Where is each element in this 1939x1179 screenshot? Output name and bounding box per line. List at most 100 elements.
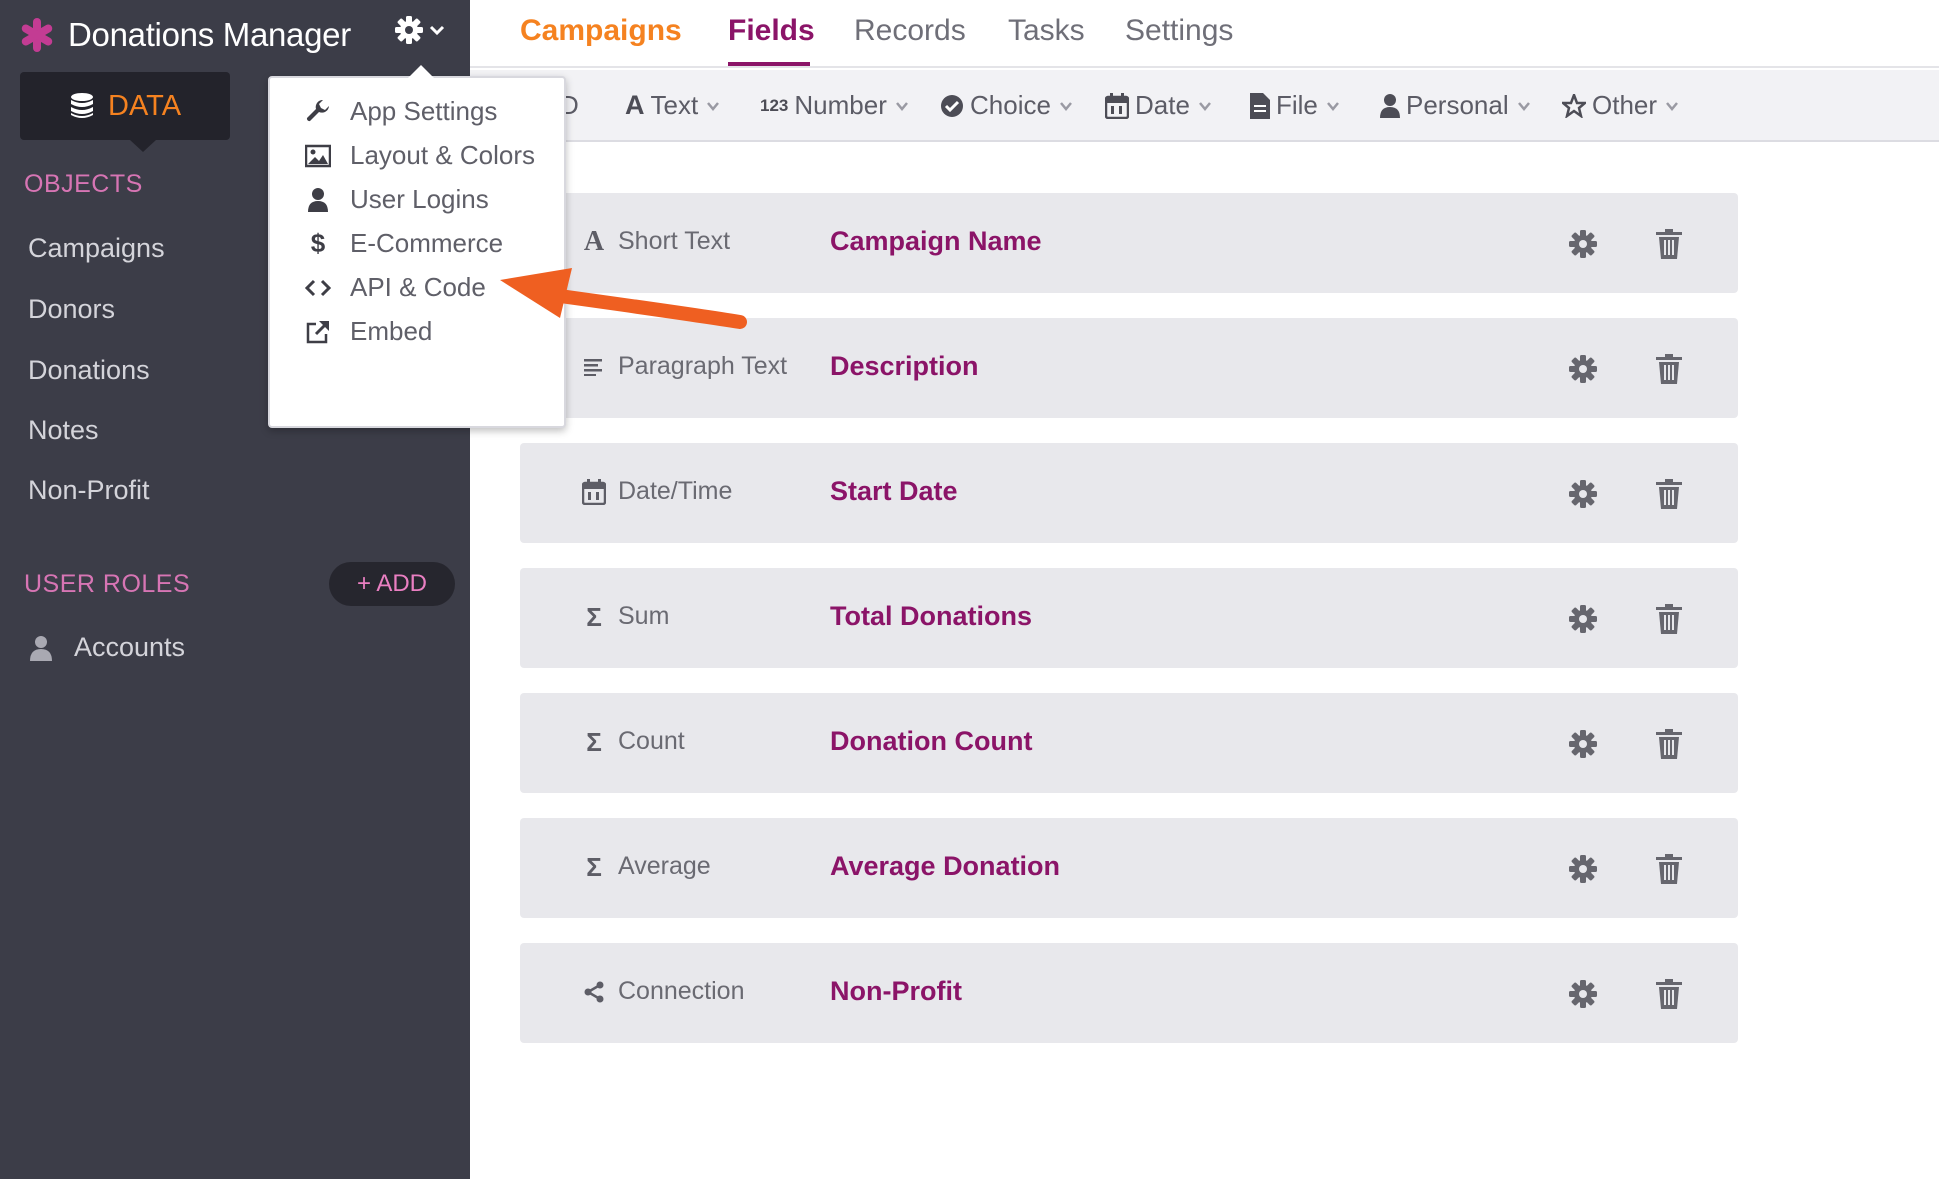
- field-type-label: Date/Time: [618, 477, 733, 505]
- field-row: Date/Time Start Date: [520, 443, 1738, 543]
- app-settings-menu-button[interactable]: [393, 14, 445, 46]
- share-icon: [582, 977, 606, 1007]
- field-delete-trash-icon[interactable]: [1656, 979, 1682, 1009]
- tab-settings[interactable]: Settings: [1125, 14, 1233, 48]
- field-name[interactable]: Start Date: [830, 476, 958, 507]
- database-icon: [71, 93, 93, 118]
- add-user-role-button[interactable]: + ADD: [329, 562, 455, 606]
- menu-label: Date: [1135, 90, 1190, 120]
- field-name[interactable]: Average Donation: [830, 851, 1060, 882]
- field-settings-gear-icon[interactable]: [1568, 729, 1598, 759]
- field-row: A Short Text Campaign Name: [520, 193, 1738, 293]
- star-icon: [1562, 93, 1586, 118]
- field-type-label: Sum: [618, 602, 670, 630]
- field-row: Σ Count Donation Count: [520, 693, 1738, 793]
- dollar-icon: $: [310, 228, 326, 258]
- field-type-label: Paragraph Text: [618, 352, 788, 380]
- add-date-field-menu[interactable]: Date: [1105, 90, 1218, 121]
- code-icon: [304, 274, 332, 302]
- field-settings-gear-icon[interactable]: [1568, 354, 1598, 384]
- menu-label: Personal: [1406, 90, 1509, 120]
- field-settings-gear-icon[interactable]: [1568, 479, 1598, 509]
- field-settings-gear-icon[interactable]: [1568, 604, 1598, 634]
- field-name[interactable]: Donation Count: [830, 726, 1032, 757]
- menu-label: File: [1276, 90, 1318, 120]
- user-icon: [304, 186, 332, 214]
- add-choice-field-menu[interactable]: Choice: [940, 90, 1079, 121]
- menu-item-api-code[interactable]: API & Code: [304, 272, 486, 303]
- field-row: Paragraph Text Description: [520, 318, 1738, 418]
- tab-records[interactable]: Records: [854, 14, 966, 48]
- user-roles-heading: USER ROLES: [24, 570, 191, 598]
- chevron-down-icon: [429, 25, 445, 36]
- menu-item-layout-colors[interactable]: Layout & Colors: [304, 140, 535, 171]
- data-tab[interactable]: DATA: [20, 72, 230, 152]
- calendar-icon: [1105, 92, 1129, 119]
- sidebar-item-donations[interactable]: Donations: [28, 355, 150, 386]
- image-icon: [304, 142, 332, 170]
- field-delete-trash-icon[interactable]: [1656, 479, 1682, 509]
- field-row: Connection Non-Profit: [520, 943, 1738, 1043]
- field-delete-trash-icon[interactable]: [1656, 729, 1682, 759]
- menu-item-app-settings[interactable]: App Settings: [304, 96, 497, 127]
- data-tab-label: DATA: [108, 89, 182, 122]
- number-123-icon: 123: [760, 95, 789, 115]
- menu-label: Number: [794, 90, 887, 120]
- asterisk-logo-icon: [18, 16, 56, 54]
- chevron-down-icon: [1517, 101, 1530, 111]
- menu-item-user-logins[interactable]: User Logins: [304, 184, 489, 215]
- menu-item-label: E-Commerce: [350, 228, 504, 258]
- field-delete-trash-icon[interactable]: [1656, 354, 1682, 384]
- field-type-label: Average: [618, 852, 711, 880]
- field-delete-trash-icon[interactable]: [1656, 854, 1682, 884]
- sigma-icon: Σ: [586, 851, 602, 882]
- field-name[interactable]: Campaign Name: [830, 226, 1042, 257]
- external-link-icon: [304, 318, 332, 346]
- add-text-field-menu[interactable]: A Text: [625, 90, 726, 121]
- add-other-field-menu[interactable]: Other: [1562, 90, 1685, 121]
- add-number-field-menu[interactable]: 123 Number: [760, 90, 915, 121]
- field-row: Σ Sum Total Donations: [520, 568, 1738, 668]
- field-settings-gear-icon[interactable]: [1568, 979, 1598, 1009]
- field-name[interactable]: Non-Profit: [830, 976, 962, 1007]
- chevron-down-icon: [707, 101, 720, 111]
- menu-label: Choice: [970, 90, 1051, 120]
- objects-heading: OBJECTS: [24, 170, 143, 198]
- tab-fields[interactable]: Fields: [728, 14, 815, 48]
- sidebar-item-accounts[interactable]: Accounts: [30, 632, 185, 663]
- menu-item-e-commerce[interactable]: $ E-Commerce: [304, 228, 503, 259]
- menu-item-label: Layout & Colors: [350, 140, 535, 170]
- chevron-down-icon: [895, 101, 908, 111]
- menu-item-label: API & Code: [350, 272, 486, 302]
- sigma-icon: Σ: [586, 726, 602, 757]
- field-type-toolbar: D A Text 123 Number Choice Date File Per…: [470, 70, 1939, 142]
- field-name[interactable]: Total Donations: [830, 601, 1032, 632]
- user-icon: [30, 635, 52, 661]
- brand: Donations Manager: [18, 12, 351, 58]
- sigma-icon: Σ: [586, 601, 602, 632]
- menu-item-embed[interactable]: Embed: [304, 316, 432, 347]
- field-delete-trash-icon[interactable]: [1656, 604, 1682, 634]
- app-settings-dropdown: App Settings Layout & Colors User Logins…: [268, 65, 566, 428]
- field-name[interactable]: Description: [830, 351, 979, 382]
- field-type-label: Connection: [618, 977, 745, 1005]
- letter-a-icon: A: [625, 90, 645, 120]
- add-personal-field-menu[interactable]: Personal: [1380, 90, 1537, 121]
- sidebar-item-donors[interactable]: Donors: [28, 294, 115, 325]
- sidebar-item-campaigns[interactable]: Campaigns: [28, 233, 165, 264]
- check-circle-icon: [941, 94, 963, 117]
- field-settings-gear-icon[interactable]: [1568, 854, 1598, 884]
- top-navigation: Campaigns Fields Records Tasks Settings: [470, 0, 1939, 68]
- file-icon: [1250, 92, 1270, 119]
- menu-item-label: User Logins: [350, 184, 489, 214]
- tab-tasks[interactable]: Tasks: [1008, 14, 1085, 48]
- field-row: Σ Average Average Donation: [520, 818, 1738, 918]
- field-delete-trash-icon[interactable]: [1656, 229, 1682, 259]
- field-type-label: Count: [618, 727, 685, 755]
- add-file-field-menu[interactable]: File: [1250, 90, 1346, 121]
- field-settings-gear-icon[interactable]: [1568, 229, 1598, 259]
- field-type-label: Short Text: [618, 227, 731, 255]
- sidebar-item-non-profit[interactable]: Non-Profit: [28, 475, 150, 506]
- menu-label: Other: [1592, 90, 1658, 120]
- sidebar-item-notes[interactable]: Notes: [28, 415, 99, 446]
